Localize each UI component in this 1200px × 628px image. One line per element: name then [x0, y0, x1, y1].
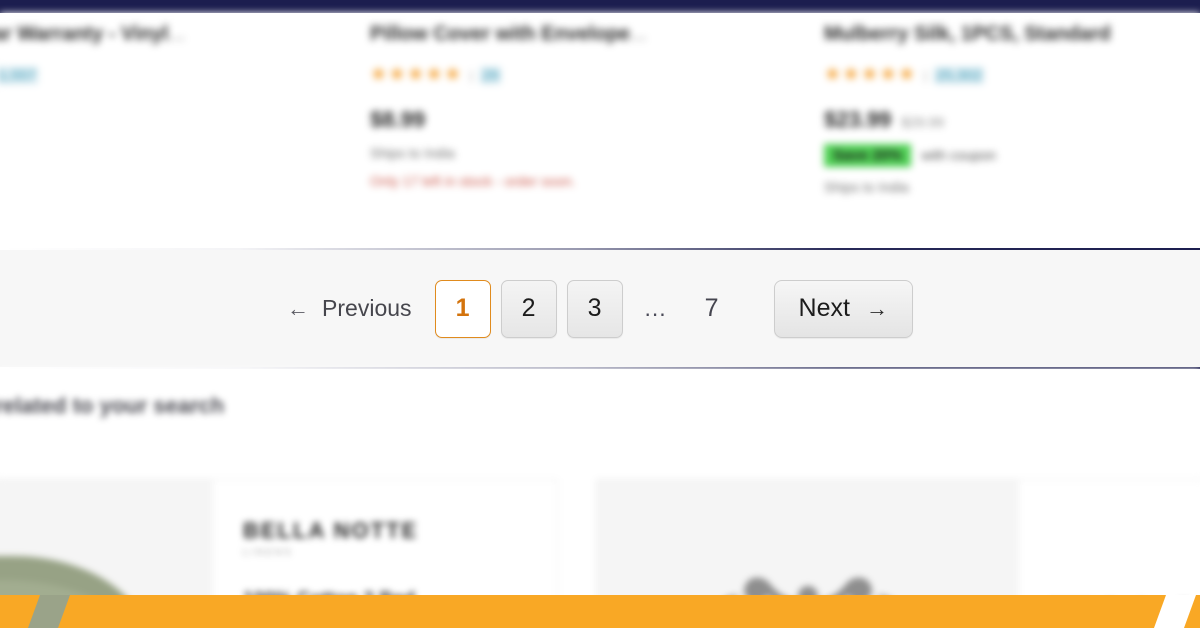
product-price: $23.99 $29.99 [824, 107, 1200, 133]
review-count-link[interactable]: 29 [480, 66, 501, 84]
ships-to-text: ndia [0, 157, 272, 173]
rating-separator: | [923, 67, 928, 83]
ships-to-text: Ships to India [824, 179, 909, 195]
ships-to-text: Ships to India [370, 145, 455, 161]
arrow-left-icon: ← [287, 295, 310, 321]
product-rating[interactable]: ★★ | 1,557 [0, 65, 272, 85]
product-title: Mulberry Silk, 1PCS, Standard [824, 23, 1111, 45]
list-price-value: $29.99 [901, 114, 945, 130]
page-button-2[interactable]: 2 [500, 279, 557, 338]
stock-urgency-text: Only 17 left in stock - order soon. [370, 173, 576, 189]
next-label: Next [798, 294, 850, 322]
product-card[interactable]: 10 Year Warranty - Vinyl... ★★ | 1,557 n… [0, 13, 272, 249]
next-page-button[interactable]: Next → [773, 279, 913, 338]
search-results-row: 10 Year Warranty - Vinyl... ★★ | 1,557 n… [0, 13, 1200, 249]
previous-label: Previous [322, 295, 412, 321]
coupon-text: with coupon [921, 147, 996, 163]
star-rating-icon: ★★★★★ [370, 64, 463, 85]
top-navy-bar [0, 0, 1200, 13]
product-card[interactable]: Pillow Cover with Envelope... ★★★★★ | 29… [370, 13, 760, 249]
star-rating-icon: ★★★★★ [824, 64, 917, 85]
product-title: 10 Year Warranty - Vinyl... [0, 23, 186, 45]
brand-logo: BELLA NOTTE [243, 518, 419, 543]
product-card[interactable]: Mulberry Silk, 1PCS, Standard ★★★★★ | 25… [824, 13, 1200, 249]
save-badge: Save 20% [824, 143, 912, 167]
pagination-ellipsis: ... [644, 295, 667, 321]
review-count-link[interactable]: 25,302 [934, 66, 984, 84]
price-value: $8.99 [370, 107, 426, 132]
product-rating[interactable]: ★★★★★ | 29 [370, 65, 760, 85]
page-button-last[interactable]: 7 [684, 294, 740, 323]
coupon-row: Save 20% with coupon [824, 143, 1200, 167]
pagination: ← Previous 1 2 3 ... 7 Next → [287, 279, 913, 338]
related-products-section: s related to your search • BELLA NOTTE L… [0, 369, 1200, 628]
brand-sublabel: LINENS [243, 547, 294, 557]
price-value: $23.99 [824, 107, 892, 132]
page-button-1[interactable]: 1 [434, 279, 491, 338]
product-title: Pillow Cover with Envelope... [370, 23, 647, 45]
related-heading: s related to your search [0, 393, 225, 418]
pagination-band: ← Previous 1 2 3 ... 7 Next → [0, 250, 1200, 367]
rating-separator: | [469, 67, 474, 83]
product-price: $8.99 [370, 107, 760, 133]
product-rating[interactable]: ★★★★★ | 25,302 [824, 65, 1200, 85]
bottom-orange-banner [0, 595, 1200, 628]
previous-page-button[interactable]: ← Previous [287, 295, 429, 322]
page-button-3[interactable]: 3 [566, 279, 623, 338]
arrow-right-icon: → [865, 295, 888, 321]
page-root: 10 Year Warranty - Vinyl... ★★ | 1,557 n… [0, 0, 1200, 628]
review-count-link[interactable]: 1,557 [0, 66, 39, 84]
